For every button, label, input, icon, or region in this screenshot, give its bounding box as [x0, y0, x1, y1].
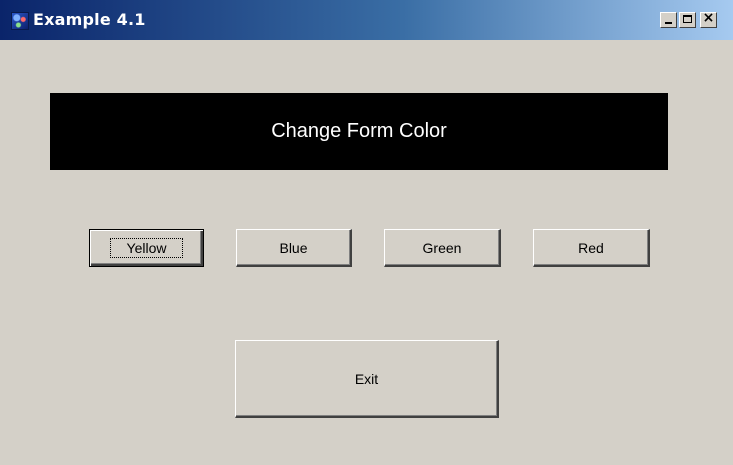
exit-button-label: Exit — [354, 370, 379, 387]
blue-button[interactable]: Blue — [236, 229, 352, 267]
focus-ring: Yellow — [109, 238, 184, 258]
app-icon[interactable] — [11, 12, 29, 30]
banner-label: Change Form Color — [50, 93, 668, 170]
close-button[interactable]: × — [700, 10, 717, 28]
red-button[interactable]: Red — [533, 229, 650, 267]
green-button[interactable]: Green — [384, 229, 501, 267]
app-window: Example 4.1 × Change Form Color Yellow B… — [0, 0, 733, 465]
close-icon: × — [702, 10, 715, 26]
title-bar[interactable]: Example 4.1 × — [0, 0, 733, 40]
maximize-button[interactable] — [679, 12, 696, 28]
yellow-button[interactable]: Yellow — [89, 229, 204, 267]
exit-button[interactable]: Exit — [235, 340, 499, 418]
blue-button-label: Blue — [279, 239, 308, 256]
red-button-label: Red — [578, 239, 604, 256]
yellow-button-label: Yellow — [126, 240, 167, 256]
window-title: Example 4.1 — [33, 10, 146, 29]
green-button-label: Green — [422, 239, 462, 256]
minimize-button[interactable] — [660, 12, 677, 28]
banner-text: Change Form Color — [271, 120, 447, 142]
